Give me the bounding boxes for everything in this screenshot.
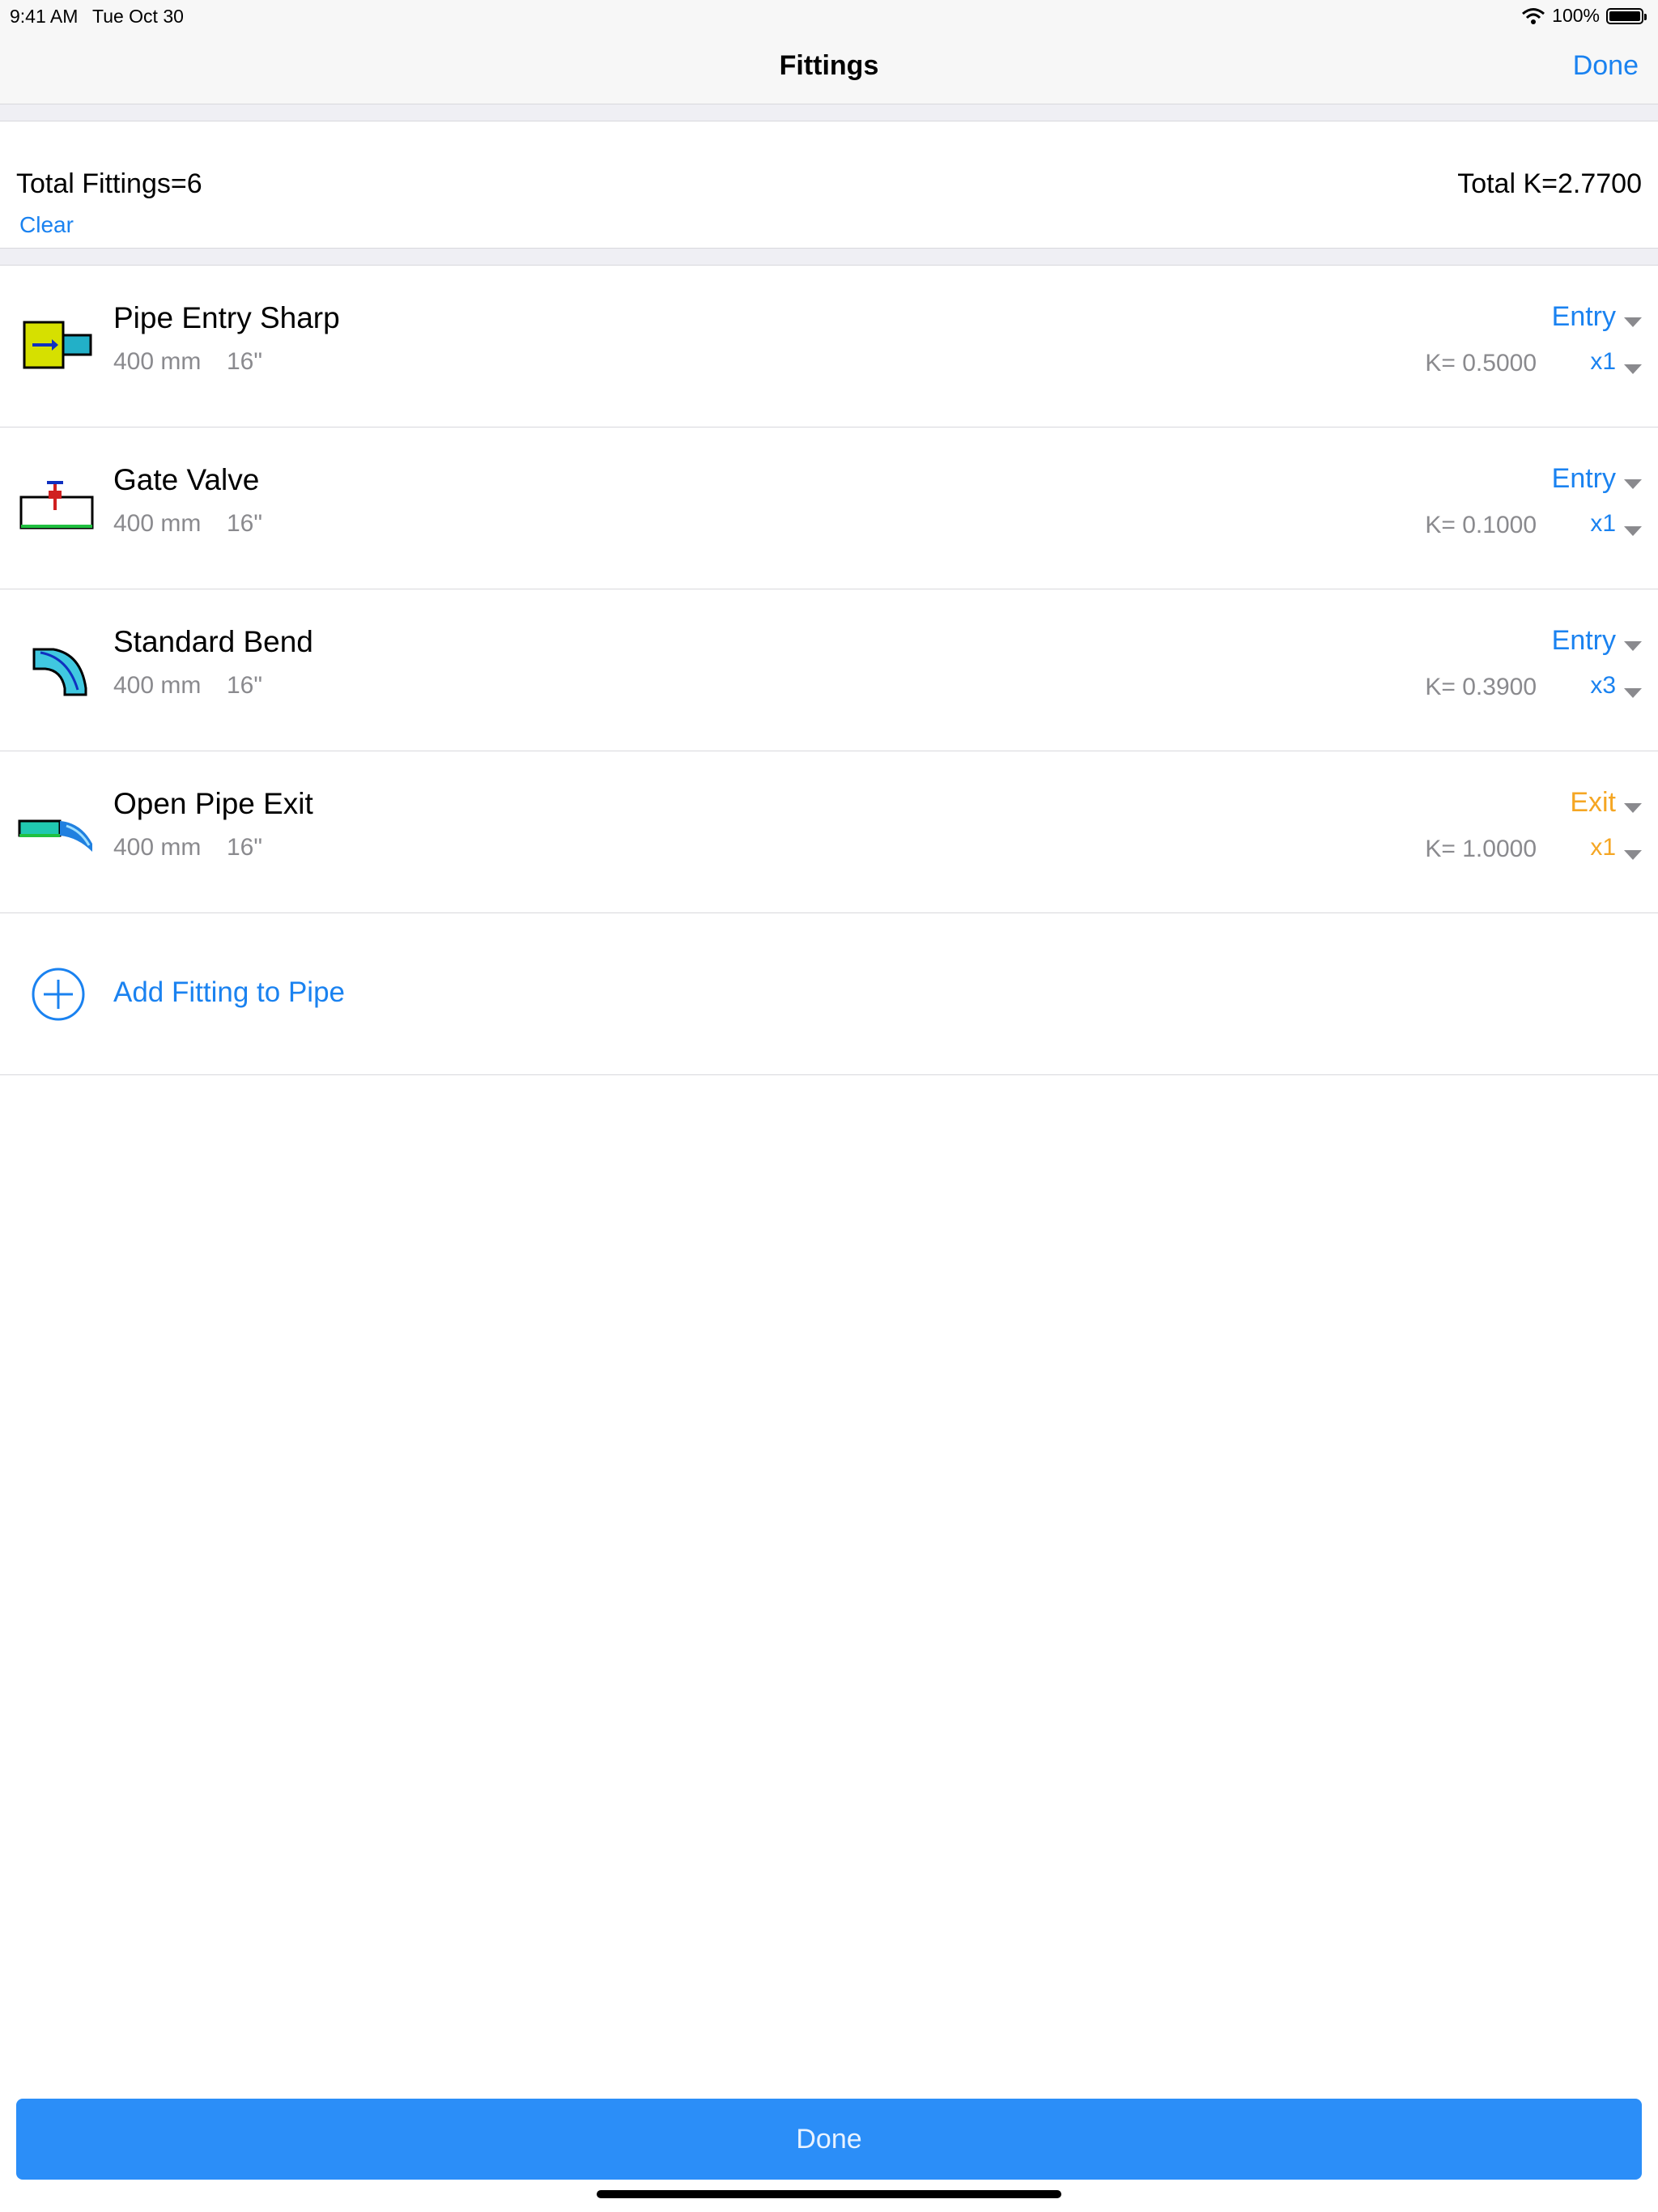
fitting-size-in: 16" — [227, 510, 263, 537]
fitting-multiplier-dropdown[interactable]: x3 — [1590, 672, 1616, 700]
battery-level — [1609, 11, 1640, 21]
fitting-name: Pipe Entry Sharp — [113, 301, 340, 334]
add-fitting-button[interactable]: Add Fitting to Pipe — [0, 913, 1658, 1075]
fitting-row[interactable]: Standard Bend 400 mm 16" Entry K= 0.3900… — [0, 589, 1658, 751]
fitting-multiplier-dropdown[interactable]: x1 — [1590, 834, 1616, 861]
page-title: Fittings — [779, 50, 879, 81]
total-fittings: Total Fittings=6 — [16, 168, 202, 199]
gate-valve-icon — [19, 481, 94, 530]
fitting-k-value: K= 1.0000 — [1425, 836, 1537, 862]
fitting-row[interactable]: Gate Valve 400 mm 16" Entry K= 0.1000 x1 — [0, 428, 1658, 589]
fitting-type-dropdown[interactable]: Entry — [1552, 463, 1616, 495]
fitting-size-mm: 400 mm — [113, 672, 202, 699]
section-separator — [0, 248, 1658, 266]
fitting-k-value: K= 0.3900 — [1425, 674, 1537, 700]
chevron-down-icon[interactable] — [1624, 803, 1642, 813]
chevron-down-icon[interactable] — [1624, 850, 1642, 860]
battery-icon — [1606, 7, 1647, 24]
done-button[interactable]: Done — [16, 2099, 1642, 2180]
battery-percent: 100% — [1552, 5, 1600, 26]
fitting-name: Standard Bend — [113, 625, 313, 658]
chevron-down-icon[interactable] — [1624, 364, 1642, 374]
home-indicator — [597, 2190, 1061, 2198]
fitting-row[interactable]: Pipe Entry Sharp 400 mm 16" Entry K= 0.5… — [0, 266, 1658, 428]
add-circle-icon — [32, 968, 85, 1021]
status-bar: 9:41 AM Tue Oct 30 100% — [0, 0, 1658, 32]
fitting-size-mm: 400 mm — [113, 348, 202, 375]
clear-button[interactable]: Clear — [19, 212, 74, 238]
wifi-icon — [1522, 7, 1545, 24]
fitting-row[interactable]: Open Pipe Exit 400 mm 16" Exit K= 1.0000… — [0, 751, 1658, 913]
chevron-down-icon[interactable] — [1624, 479, 1642, 489]
fitting-size-in: 16" — [227, 348, 263, 375]
total-k: Total K=2.7700 — [1457, 168, 1642, 199]
status-date: Tue Oct 30 — [92, 6, 184, 27]
navigation-bar: Fittings Done — [0, 32, 1658, 104]
add-fitting-label: Add Fitting to Pipe — [113, 976, 345, 1008]
fitting-size-mm: 400 mm — [113, 834, 202, 861]
fitting-size-mm: 400 mm — [113, 510, 202, 537]
fittings-summary: Total Fittings=6 Total K=2.7700 Clear — [0, 121, 1658, 248]
standard-bend-icon — [32, 648, 87, 696]
chevron-down-icon[interactable] — [1624, 526, 1642, 536]
fitting-type-dropdown[interactable]: Entry — [1552, 625, 1616, 657]
nav-done-button[interactable]: Done — [1573, 50, 1639, 82]
chevron-down-icon[interactable] — [1624, 641, 1642, 651]
fitting-size-in: 16" — [227, 672, 263, 699]
fitting-name: Open Pipe Exit — [113, 787, 313, 820]
fitting-type-dropdown[interactable]: Entry — [1552, 301, 1616, 333]
fitting-size-in: 16" — [227, 834, 263, 861]
pipe-entry-sharp-icon — [23, 321, 92, 369]
chevron-down-icon[interactable] — [1624, 688, 1642, 698]
fitting-k-value: K= 0.5000 — [1425, 350, 1537, 376]
fitting-multiplier-dropdown[interactable]: x1 — [1590, 510, 1616, 538]
open-pipe-exit-icon — [18, 819, 92, 852]
section-separator — [0, 104, 1658, 121]
status-time: 9:41 AM — [10, 6, 79, 27]
chevron-down-icon[interactable] — [1624, 317, 1642, 327]
fitting-multiplier-dropdown[interactable]: x1 — [1590, 348, 1616, 376]
fitting-k-value: K= 0.1000 — [1425, 512, 1537, 538]
status-indicators: 100% — [1521, 5, 1647, 27]
fitting-type-dropdown[interactable]: Exit — [1570, 787, 1616, 819]
fitting-name: Gate Valve — [113, 463, 260, 496]
